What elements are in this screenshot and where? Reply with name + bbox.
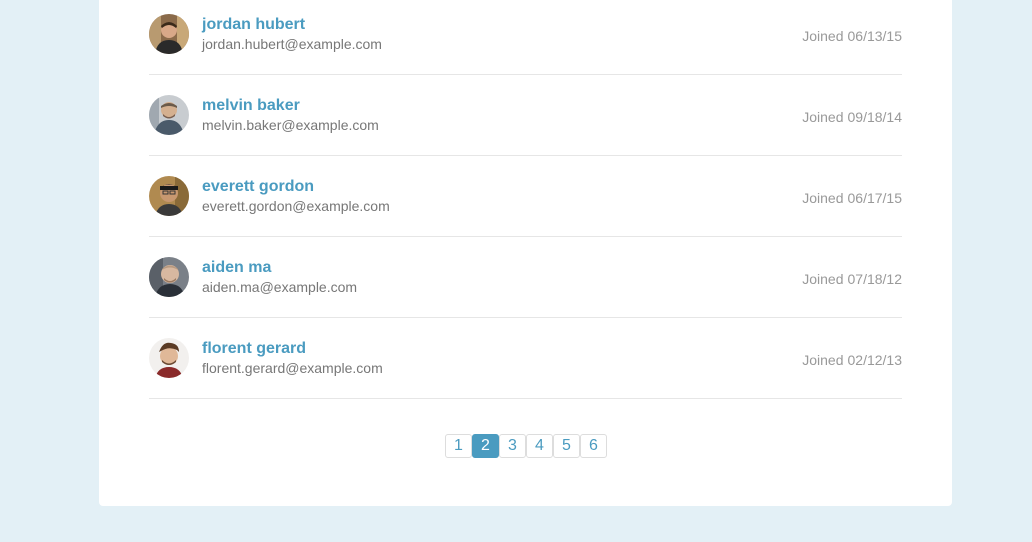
joined-date-value: 07/18/12 xyxy=(847,271,903,287)
joined-date: Joined 06/17/15 xyxy=(802,190,902,206)
user-row: melvin baker melvin.baker@example.com Jo… xyxy=(149,75,902,156)
joined-date: Joined 09/18/14 xyxy=(802,109,902,125)
joined-label: Joined xyxy=(802,28,844,44)
user-row: florent gerard florent.gerard@example.co… xyxy=(149,318,902,399)
user-list-card: jordan hubert jordan.hubert@example.com … xyxy=(99,0,952,506)
page-5-button[interactable]: 5 xyxy=(553,434,580,458)
page-6-button[interactable]: 6 xyxy=(580,434,607,458)
user-email: jordan.hubert@example.com xyxy=(202,36,382,52)
user-avatar[interactable] xyxy=(149,176,189,216)
joined-date: Joined 07/18/12 xyxy=(802,271,902,287)
user-list: jordan hubert jordan.hubert@example.com … xyxy=(149,0,902,399)
joined-date-value: 02/12/13 xyxy=(847,352,903,368)
joined-label: Joined xyxy=(802,352,844,368)
user-email: melvin.baker@example.com xyxy=(202,117,379,133)
user-row: aiden ma aiden.ma@example.com Joined 07/1… xyxy=(149,237,902,318)
user-email: florent.gerard@example.com xyxy=(202,360,383,376)
user-email: everett.gordon@example.com xyxy=(202,198,390,214)
user-avatar[interactable] xyxy=(149,14,189,54)
user-email: aiden.ma@example.com xyxy=(202,279,358,295)
user-row: jordan hubert jordan.hubert@example.com … xyxy=(149,0,902,75)
user-avatar[interactable] xyxy=(149,338,189,378)
user-row: everett gordon everett.gordon@example.co… xyxy=(149,156,902,237)
page-1-button[interactable]: 1 xyxy=(445,434,472,458)
joined-date-value: 09/18/14 xyxy=(847,109,903,125)
user-avatar[interactable] xyxy=(149,95,189,135)
pagination: 1 2 3 4 5 6 xyxy=(445,434,607,458)
user-name-link[interactable]: melvin baker xyxy=(202,97,300,115)
user-name-link[interactable]: aiden ma xyxy=(202,259,271,277)
page-3-button[interactable]: 3 xyxy=(499,434,526,458)
joined-date: Joined 06/13/15 xyxy=(802,28,902,44)
user-name-link[interactable]: florent gerard xyxy=(202,340,306,358)
user-name-link[interactable]: everett gordon xyxy=(202,178,314,196)
page-4-button[interactable]: 4 xyxy=(526,434,553,458)
joined-date: Joined 02/12/13 xyxy=(802,352,902,368)
joined-date-value: 06/13/15 xyxy=(847,28,903,44)
joined-label: Joined xyxy=(802,109,844,125)
joined-label: Joined xyxy=(802,190,844,206)
user-avatar[interactable] xyxy=(149,257,189,297)
joined-date-value: 06/17/15 xyxy=(847,190,903,206)
page-2-button[interactable]: 2 xyxy=(472,434,499,458)
joined-label: Joined xyxy=(802,271,844,287)
user-name-link[interactable]: jordan hubert xyxy=(202,16,305,34)
